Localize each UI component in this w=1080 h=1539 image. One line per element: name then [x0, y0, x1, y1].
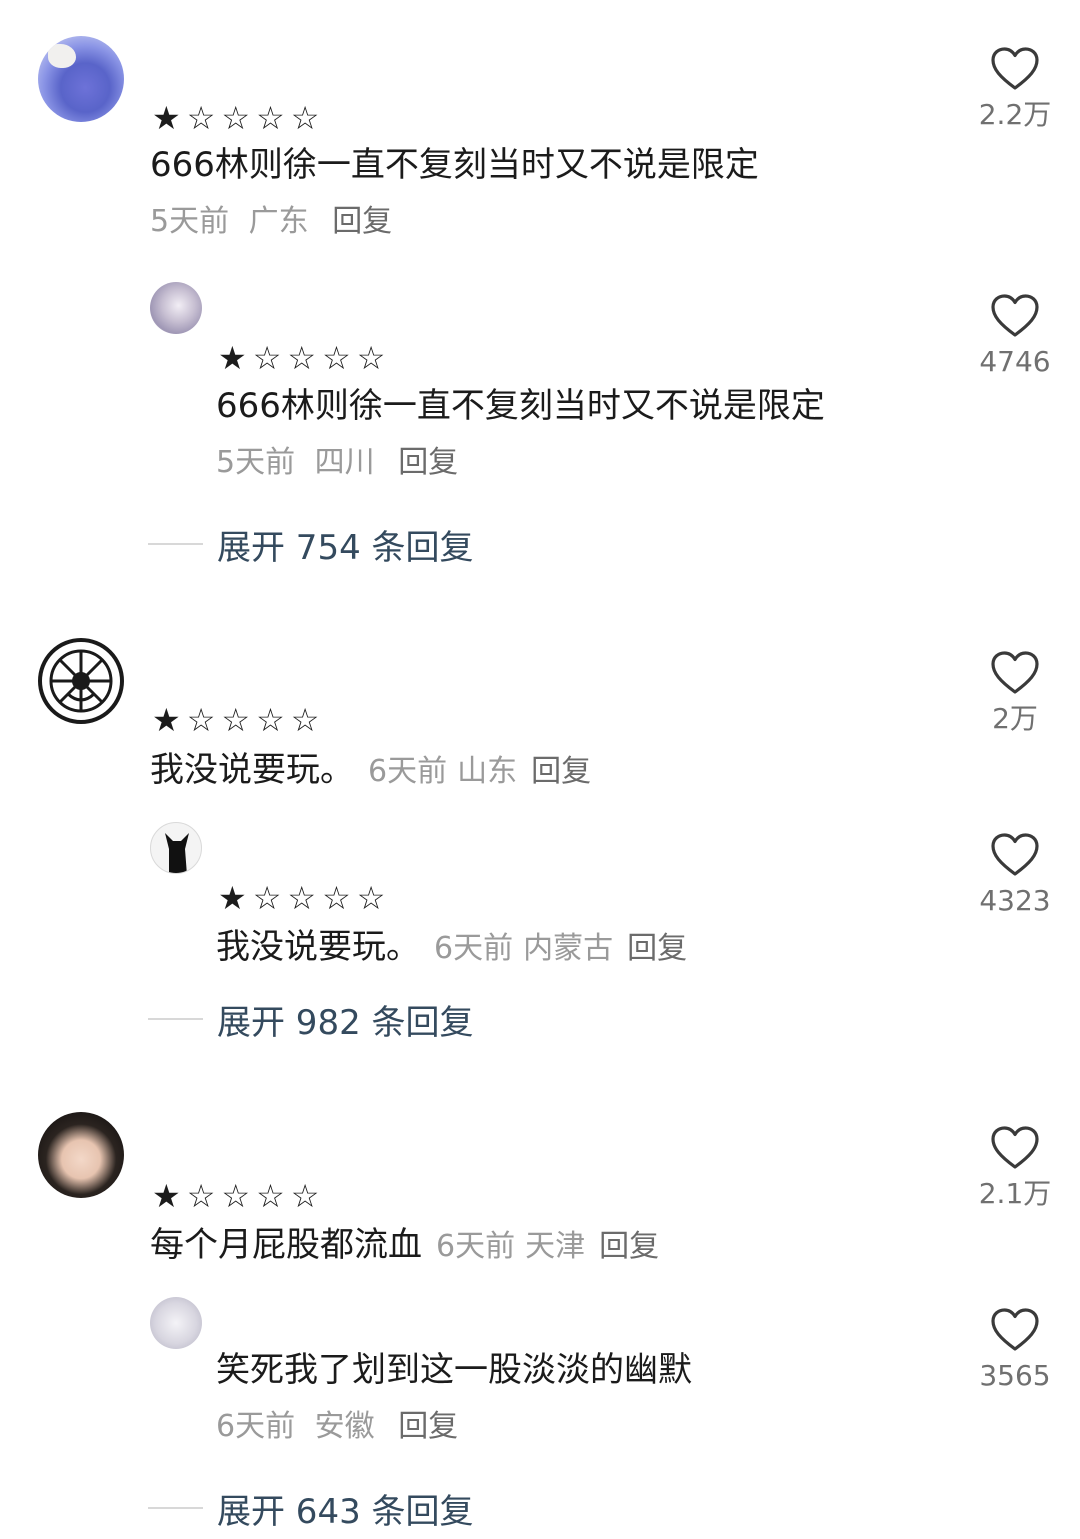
reply-time: 6天前: [434, 931, 514, 966]
heart-outline-icon: [991, 47, 1039, 90]
heart-outline-icon: [991, 833, 1039, 876]
divider: [148, 543, 203, 545]
star-rating: ★☆☆☆☆: [218, 879, 392, 917]
reply-location: 安徽: [314, 1409, 375, 1444]
comment-location: 天津: [525, 1229, 586, 1264]
reply-text: 666林则徐一直不复刻当时又不说是限定: [216, 386, 825, 426]
expand-replies-label: 展开 643 条回复: [217, 1491, 474, 1532]
comment-time: 5天前: [150, 204, 230, 239]
reply-meta: 5天前 四川 回复: [216, 445, 458, 481]
like-count: 4746: [979, 345, 1051, 378]
comment-text: 666林则徐一直不复刻当时又不说是限定: [150, 145, 759, 185]
reply-meta: 6天前 安徽 回复: [216, 1409, 458, 1445]
comment-meta: 5天前 广东 回复: [150, 204, 392, 240]
reply-button[interactable]: 回复: [398, 1409, 458, 1444]
heart-outline-icon: [991, 1126, 1039, 1169]
comment-location: 广东: [248, 204, 309, 239]
comment-list: ★☆☆☆☆ 666林则徐一直不复刻当时又不说是限定 5天前 广东 回复 2.2万…: [0, 0, 1080, 1539]
star-rating: ★☆☆☆☆: [152, 99, 326, 137]
expand-replies-label: 展开 982 条回复: [217, 1002, 474, 1043]
heart-outline-icon: [991, 294, 1039, 337]
expand-replies-label: 展开 754 条回复: [217, 527, 474, 568]
like-button[interactable]: 4323: [960, 832, 1070, 918]
like-count: 4323: [979, 884, 1051, 917]
avatar[interactable]: [38, 638, 124, 724]
comment-text: 每个月屁股都流血 6天前 天津 回复: [150, 1225, 659, 1266]
expand-replies-button[interactable]: 展开 982 条回复: [148, 999, 474, 1043]
like-count: 3565: [979, 1359, 1051, 1392]
avatar[interactable]: [150, 282, 202, 334]
reply-button[interactable]: 回复: [332, 204, 392, 239]
black-cat-icon: [165, 833, 189, 873]
comment-text-body: 每个月屁股都流血: [150, 1225, 422, 1265]
reply-button[interactable]: 回复: [627, 931, 687, 966]
like-button[interactable]: 2万: [960, 650, 1070, 736]
reply-time: 6天前: [216, 1409, 296, 1444]
reply-button[interactable]: 回复: [599, 1229, 659, 1264]
avatar[interactable]: [150, 822, 202, 874]
reply-text: 笑死我了划到这一股淡淡的幽默: [216, 1350, 692, 1390]
comment-meta: 6天前 山东 回复: [368, 754, 591, 789]
like-button[interactable]: 2.1万: [960, 1125, 1070, 1211]
reply-button[interactable]: 回复: [398, 445, 458, 480]
reply-location: 内蒙古: [523, 931, 614, 966]
reply-text: 我没说要玩。 6天前 内蒙古 回复: [216, 927, 687, 968]
emblem-icon: [49, 649, 113, 713]
heart-outline-icon: [991, 651, 1039, 694]
heart-outline-icon: [991, 1308, 1039, 1351]
divider: [148, 1507, 203, 1509]
reply-location: 四川: [314, 445, 375, 480]
reply-text-body: 我没说要玩。: [216, 927, 420, 967]
like-count: 2.1万: [978, 1177, 1052, 1210]
like-count: 2万: [992, 702, 1038, 735]
like-button[interactable]: 3565: [960, 1307, 1070, 1393]
expand-replies-button[interactable]: 展开 754 条回复: [148, 524, 474, 568]
expand-replies-button[interactable]: 展开 643 条回复: [148, 1488, 474, 1532]
comment-location: 山东: [457, 754, 518, 789]
comment-text-body: 我没说要玩。: [150, 750, 354, 790]
comment-meta: 6天前 天津 回复: [436, 1229, 659, 1264]
comment-text: 我没说要玩。 6天前 山东 回复: [150, 750, 591, 791]
avatar[interactable]: [38, 1112, 124, 1198]
avatar[interactable]: [38, 36, 124, 122]
divider: [148, 1018, 203, 1020]
reply-button[interactable]: 回复: [531, 754, 591, 789]
star-rating: ★☆☆☆☆: [152, 701, 326, 739]
comment-time: 6天前: [368, 754, 448, 789]
star-rating: ★☆☆☆☆: [218, 339, 392, 377]
comment-time: 6天前: [436, 1229, 516, 1264]
like-button[interactable]: 2.2万: [960, 46, 1070, 132]
reply-meta: 6天前 内蒙古 回复: [434, 931, 687, 966]
reply-time: 5天前: [216, 445, 296, 480]
like-count: 2.2万: [978, 98, 1052, 131]
avatar[interactable]: [150, 1297, 202, 1349]
star-rating: ★☆☆☆☆: [152, 1177, 326, 1215]
like-button[interactable]: 4746: [960, 293, 1070, 379]
